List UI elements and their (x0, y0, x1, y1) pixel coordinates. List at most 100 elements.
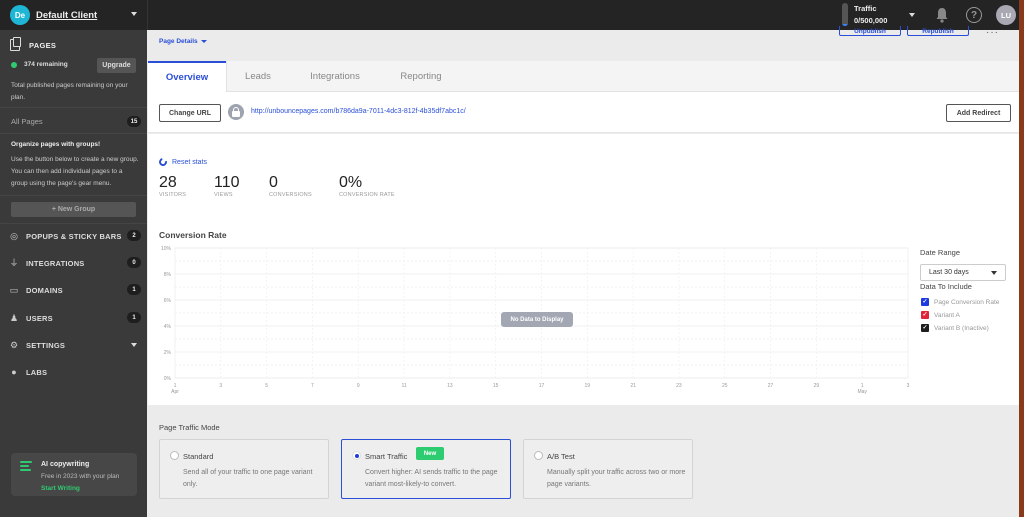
x-tick-sublabel: Apr (171, 389, 179, 395)
x-tick-label: 7 (311, 383, 314, 389)
ai-copywriting-card: AI copywriting Free in 2023 with your pl… (11, 453, 137, 496)
checkbox-icon[interactable]: ✓ (921, 298, 929, 306)
x-tick-label: 29 (814, 383, 820, 389)
chevron-down-icon[interactable] (131, 343, 137, 347)
x-tick-label: 23 (676, 383, 682, 389)
start-writing-link[interactable]: Start Writing (41, 485, 80, 492)
target-icon: ◎ (10, 231, 18, 241)
data-to-include-label: Data To Include (920, 282, 972, 291)
tab-bar: Overview Leads Integrations Reporting (148, 61, 1019, 92)
remaining-note: Total published pages remaining on your … (11, 82, 128, 101)
checkbox-icon[interactable]: ✓ (921, 324, 929, 332)
ai-document-icon (20, 461, 32, 472)
divider (147, 0, 148, 30)
page-details-label: Page Details (159, 38, 198, 45)
stat-conversions: 0 CONVERSIONS (269, 174, 312, 198)
traffic-bar (842, 3, 848, 26)
client-name[interactable]: Default Client (36, 10, 97, 21)
ai-card-subtitle: Free in 2023 with your plan (41, 473, 120, 480)
x-tick-label: 3 (907, 383, 910, 389)
stat-value: 0 (269, 174, 278, 191)
divider (0, 133, 147, 134)
stat-label: CONVERSIONS (269, 192, 312, 198)
unpublish-button[interactable]: Unpublish (839, 26, 901, 36)
traffic-option-ab-test[interactable]: A/B Test Manually split your traffic acr… (523, 439, 693, 499)
legend-page-conversion-rate[interactable]: ✓ Page Conversion Rate (921, 297, 999, 307)
stat-value: 28 (159, 174, 177, 191)
help-icon[interactable]: ? (966, 7, 982, 23)
date-range-select[interactable]: Last 30 days (920, 264, 1006, 281)
more-options-icon[interactable]: ··· (986, 27, 999, 38)
sidebar-item-integrations[interactable]: ⏚ INTEGRATIONS 0 (0, 254, 147, 272)
radio-button[interactable] (352, 451, 361, 460)
pages-section-header[interactable]: PAGES (10, 37, 57, 51)
stat-label: VISITORS (159, 192, 187, 198)
reset-stats-label: Reset stats (172, 158, 208, 166)
remaining-text: 374 remaining (24, 61, 68, 68)
chart-title: Conversion Rate (159, 230, 227, 240)
upgrade-button[interactable]: Upgrade (97, 58, 136, 73)
option-name: Standard (183, 452, 214, 461)
stat-views: 110 VIEWS (214, 174, 240, 198)
tab-leads[interactable]: Leads (230, 61, 286, 92)
reset-stats-link[interactable]: Reset stats (157, 156, 208, 168)
radio-button[interactable] (534, 451, 543, 460)
overview-panel: Reset stats 28 VISITORS 110 VIEWS 0 CONV… (148, 134, 1019, 405)
pages-title: PAGES (29, 40, 57, 50)
new-group-button[interactable]: + New Group (11, 202, 136, 217)
traffic-label: Traffic (854, 4, 877, 13)
sidebar-item-labs[interactable]: ● LABS (0, 363, 147, 381)
pages-remaining: 374 remaining (11, 61, 68, 68)
all-pages-count: 15 (127, 116, 141, 127)
chevron-down-icon (991, 271, 997, 275)
sidebar-item-domains[interactable]: ▭ DOMAINS 1 (0, 281, 147, 299)
option-description: Send all of your traffic to one page var… (183, 469, 313, 488)
chevron-down-icon[interactable] (131, 12, 137, 16)
chevron-down-icon[interactable] (909, 13, 915, 17)
checkbox-icon[interactable]: ✓ (921, 311, 929, 319)
radio-button[interactable] (170, 451, 179, 460)
sidebar-item-label: DOMAINS (26, 285, 63, 295)
tab-integrations[interactable]: Integrations (296, 61, 374, 92)
client-switcher[interactable]: De Default Client (10, 5, 97, 25)
divider (0, 195, 147, 196)
x-tick-label: 17 (539, 383, 545, 389)
change-url-button[interactable]: Change URL (159, 104, 221, 122)
x-tick-label: 11 (401, 383, 406, 389)
users-icon: ♟ (9, 313, 19, 323)
user-avatar[interactable]: LU (996, 5, 1016, 25)
no-data-badge: No Data to Display (501, 312, 573, 327)
lock-icon (228, 104, 244, 120)
pages-icon (10, 37, 21, 51)
x-tick-label: 13 (447, 383, 453, 389)
sidebar-item-count: 1 (127, 312, 141, 323)
legend-variant-a[interactable]: ✓ Variant A (921, 310, 960, 320)
page-url-link[interactable]: http://unbouncepages.com/b786da9a-7011-4… (251, 108, 466, 115)
url-row: Change URL http://unbouncepages.com/b786… (148, 92, 1019, 133)
sidebar-item-label: POPUPS & STICKY BARS (26, 231, 122, 241)
legend-variant-b[interactable]: ✓ Variant B (Inactive) (921, 323, 989, 333)
x-tick-label: 27 (768, 383, 774, 389)
tab-overview[interactable]: Overview (148, 61, 226, 92)
stat-value: 0% (339, 174, 363, 191)
sidebar-item-label: USERS (26, 313, 53, 323)
add-redirect-button[interactable]: Add Redirect (946, 104, 1011, 122)
legend-label: Variant A (934, 311, 960, 319)
sidebar-item-settings[interactable]: ⚙ SETTINGS (0, 336, 147, 354)
groups-title: Organize pages with groups! (11, 141, 101, 148)
chevron-down-icon (200, 39, 207, 43)
option-description: Manually split your traffic across two o… (547, 469, 686, 488)
page-details-dropdown[interactable]: Page Details (159, 38, 207, 45)
republish-button[interactable]: Republish (907, 26, 969, 36)
sidebar-item-users[interactable]: ♟ USERS 1 (0, 309, 147, 327)
gear-icon: ⚙ (9, 340, 19, 350)
tab-reporting[interactable]: Reporting (384, 61, 458, 92)
traffic-option-standard[interactable]: Standard Send all of your traffic to one… (159, 439, 329, 499)
x-tick-label: 15 (493, 383, 499, 389)
traffic-option-smart-traffic[interactable]: Smart Traffic New Convert higher: AI sen… (341, 439, 511, 499)
sidebar-item-popups[interactable]: ◎ POPUPS & STICKY BARS 2 (0, 227, 147, 245)
all-pages-link[interactable]: All Pages (11, 117, 43, 126)
y-tick-label: 0% (164, 376, 172, 382)
main-content: Page Details Unpublish Republish ··· Ove… (148, 26, 1019, 517)
bell-icon[interactable] (935, 7, 949, 23)
